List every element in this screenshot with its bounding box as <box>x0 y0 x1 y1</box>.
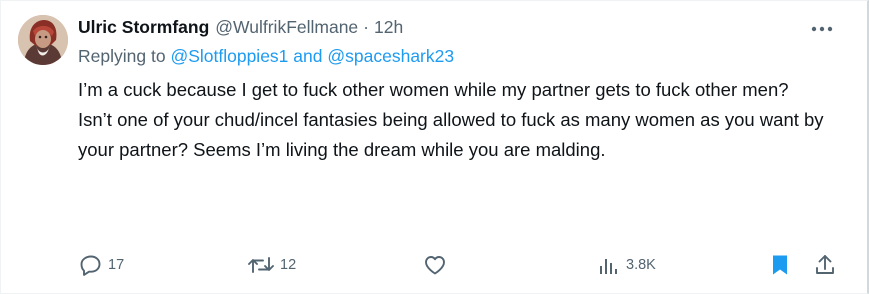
mention-conjunction[interactable]: and <box>293 46 322 66</box>
separator-dot: · <box>363 17 369 37</box>
bar-chart-icon <box>600 259 617 274</box>
more-dots-icon <box>811 26 833 32</box>
avatar[interactable] <box>18 15 68 65</box>
tweet-content: Ulric Stormfang @WulfrikFellmane · 12h R… <box>78 15 848 165</box>
more-options-button[interactable] <box>807 17 837 41</box>
reply-button[interactable]: 17 <box>79 251 124 279</box>
retweet-count: 12 <box>280 257 297 273</box>
heart-icon <box>425 256 445 275</box>
mention-link[interactable]: @spaceshark23 <box>327 46 454 66</box>
bookmark-button[interactable] <box>769 251 791 279</box>
retweet-arrows-icon <box>248 257 274 273</box>
timestamp[interactable]: 12h <box>374 15 403 39</box>
tweet-text: I’m a cuck because I get to fuck other w… <box>78 75 848 165</box>
speech-bubble-icon <box>80 255 101 276</box>
reply-count: 17 <box>108 257 125 273</box>
share-upload-icon <box>816 255 834 274</box>
tweet-paragraph: I’m a cuck because I get to fuck other w… <box>78 79 789 100</box>
tweet-card[interactable]: Ulric Stormfang @WulfrikFellmane · 12h R… <box>0 0 869 294</box>
replying-prefix: Replying to <box>78 46 166 66</box>
user-handle[interactable]: @WulfrikFellmane <box>215 15 358 39</box>
views-count: 3.8K <box>626 257 656 273</box>
replying-to-line: Replying to @Slotfloppies1 and @spacesha… <box>78 44 848 68</box>
retweet-button[interactable]: 12 <box>247 251 296 279</box>
share-button[interactable] <box>813 251 837 279</box>
like-button[interactable] <box>423 251 452 279</box>
tweet-header: Ulric Stormfang @WulfrikFellmane · 12h <box>78 15 848 39</box>
action-bar: 17 12 3.8K <box>1 251 869 279</box>
tweet-paragraph: Isn’t one of your chud/incel fantasies b… <box>78 109 824 160</box>
views-button[interactable]: 3.8K <box>597 251 656 279</box>
bookmark-icon <box>773 255 787 275</box>
display-name[interactable]: Ulric Stormfang <box>78 15 209 39</box>
avatar-image <box>18 15 68 65</box>
mention-link[interactable]: @Slotfloppies1 <box>170 46 288 66</box>
